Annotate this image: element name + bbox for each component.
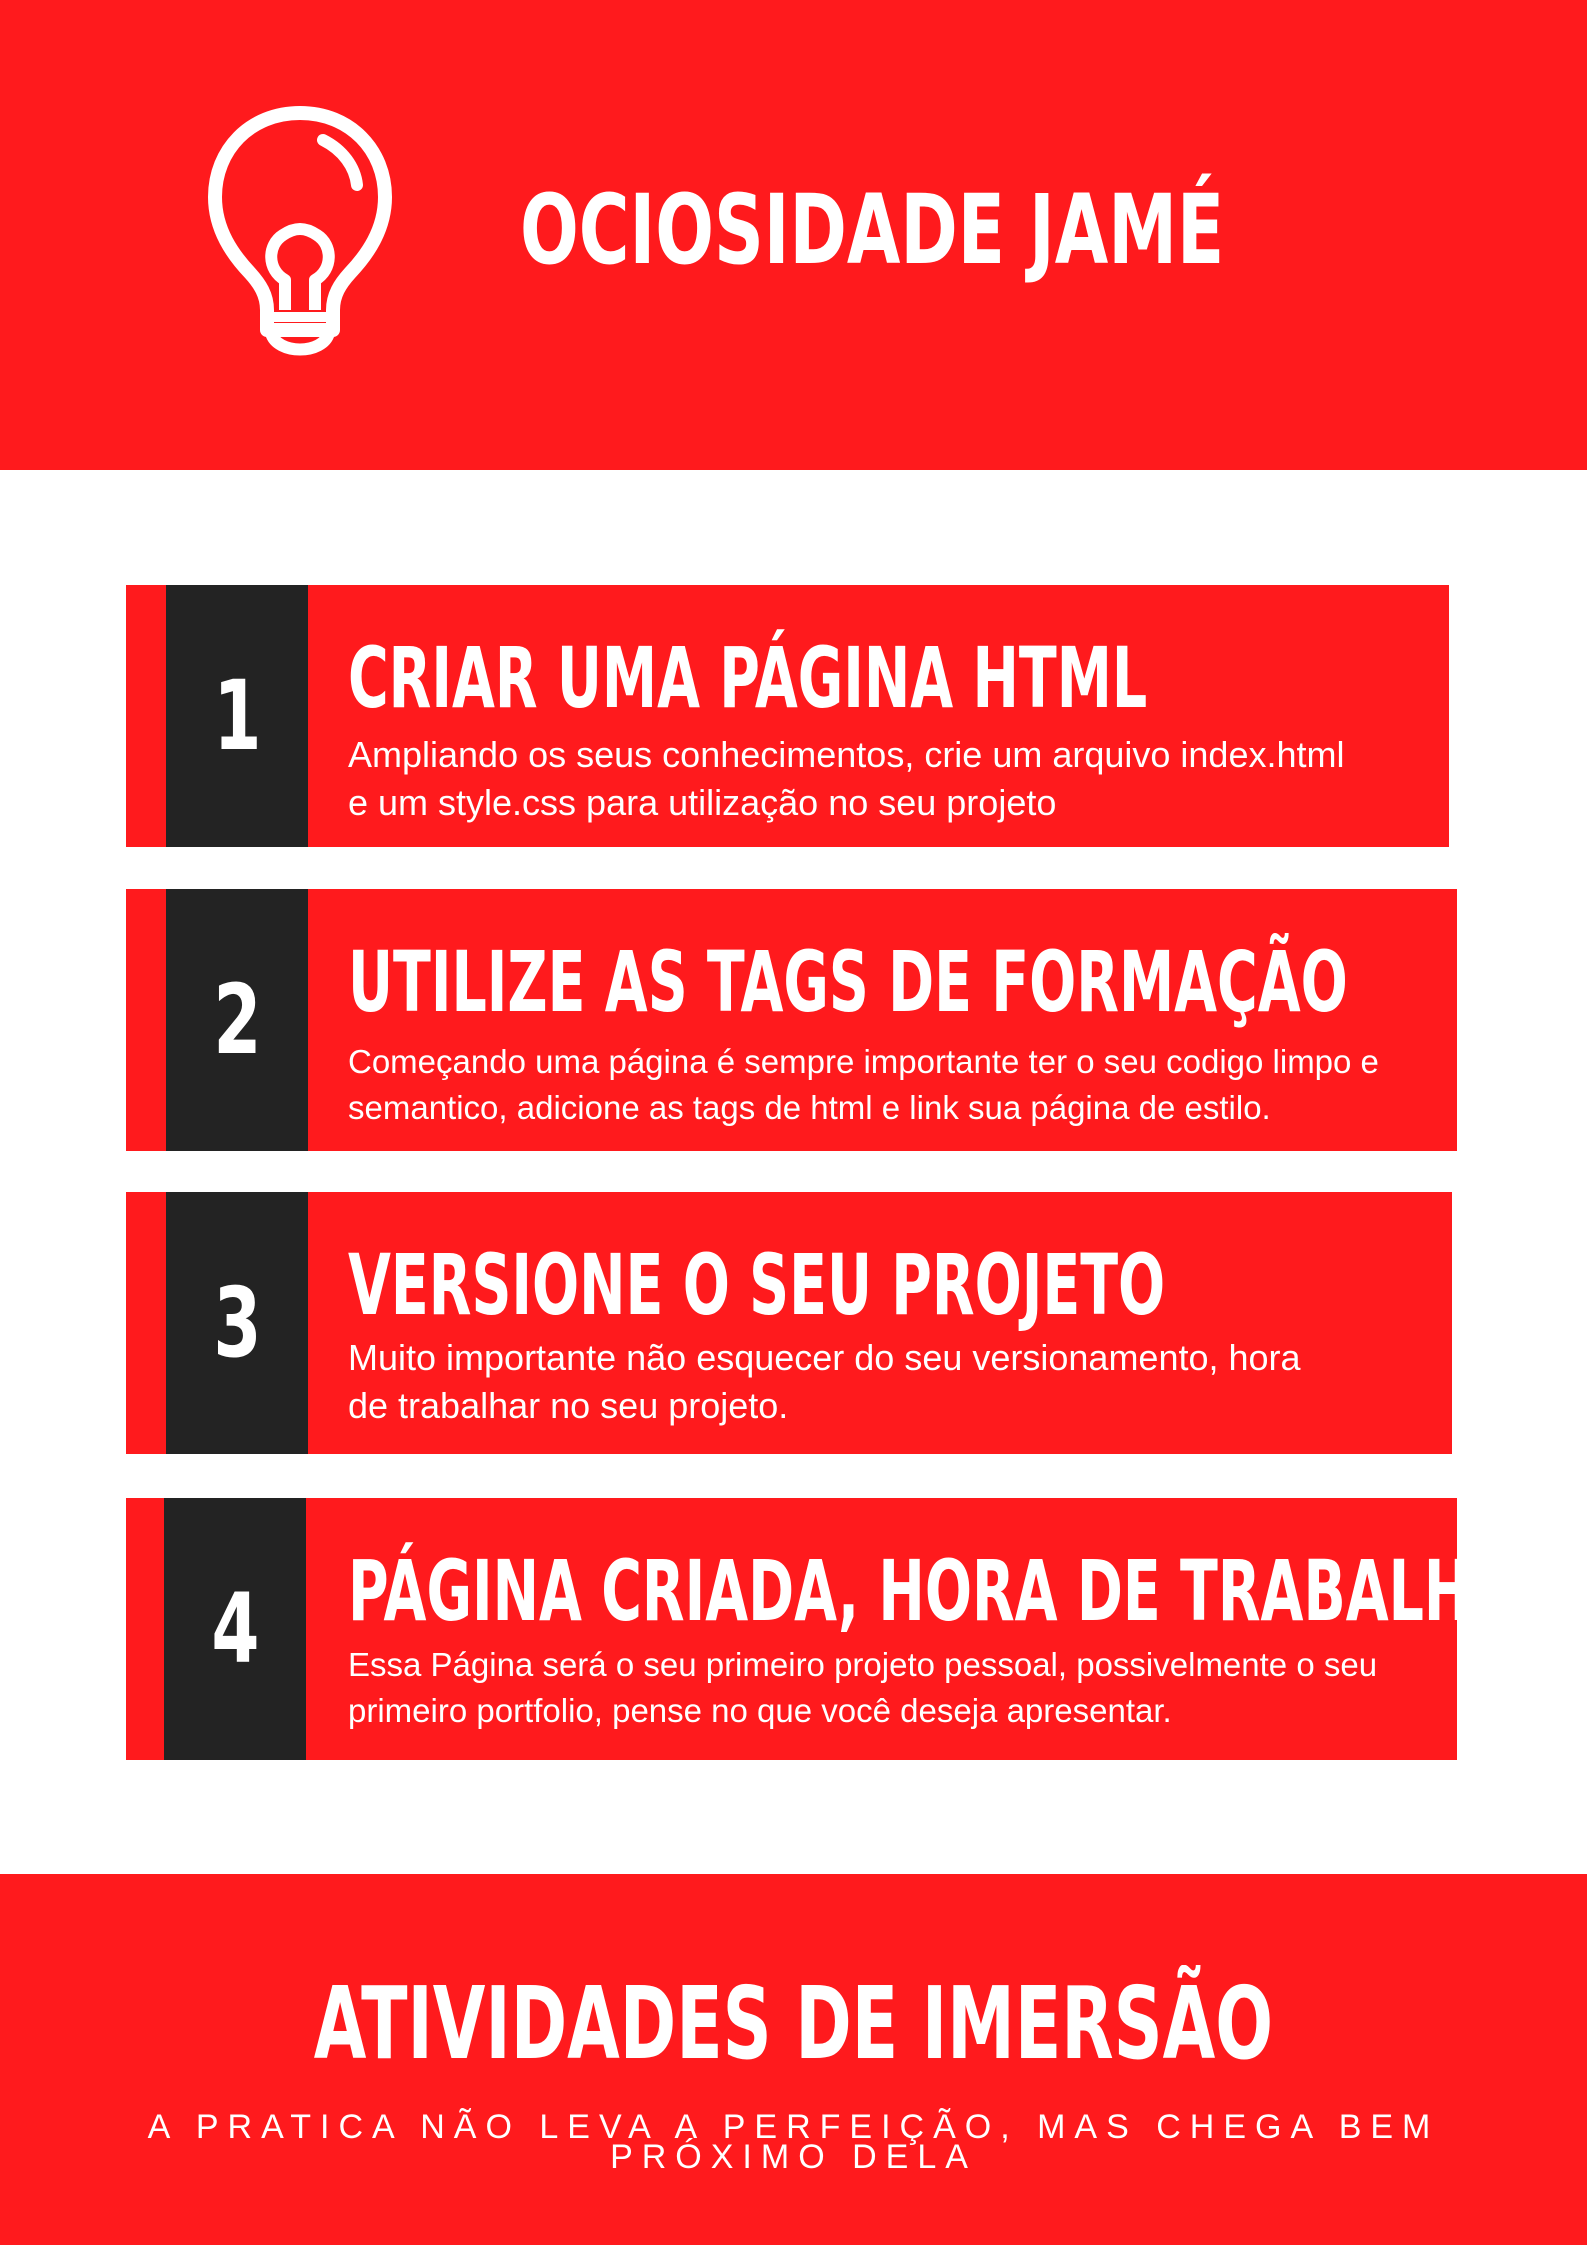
step-card-4: 4 PÁGINA CRIADA, HORA DE TRABALHAR Essa … bbox=[126, 1498, 1556, 1760]
step-description: Começando uma página é sempre importante… bbox=[348, 1043, 1379, 1126]
footer-title: ATIVIDADES DE IMERSÃO bbox=[313, 1965, 1274, 2082]
step-number: 2 bbox=[212, 964, 262, 1076]
step-title: VERSIONE O SEU PROJETO bbox=[348, 1236, 1166, 1334]
header-banner: OCIOSIDADE JAMÉ bbox=[0, 0, 1587, 470]
step-number-box: 3 bbox=[166, 1192, 308, 1454]
step-card-1: 1 CRIAR UMA PÁGINA HTML Ampliando os seu… bbox=[126, 585, 1449, 847]
step-card-3: 3 VERSIONE O SEU PROJETO Muito important… bbox=[126, 1192, 1452, 1454]
step-title: UTILIZE AS TAGS DE FORMAÇÃO bbox=[348, 933, 1348, 1031]
step-description: Muito importante não esquecer do seu ver… bbox=[348, 1337, 1301, 1426]
step-number-box: 4 bbox=[164, 1498, 306, 1760]
step-title: CRIAR UMA PÁGINA HTML bbox=[348, 629, 1148, 727]
footer-banner: ATIVIDADES DE IMERSÃO A PRATICA NÃO LEVA… bbox=[0, 1874, 1587, 2245]
footer-subtitle: A PRATICA NÃO LEVA A PERFEIÇÃO, MAS CHEG… bbox=[147, 2108, 1440, 2176]
step-description: Ampliando os seus conhecimentos, crie um… bbox=[348, 734, 1345, 823]
lightbulb-icon bbox=[208, 106, 392, 356]
page-title: OCIOSIDADE JAMÉ bbox=[520, 174, 1225, 286]
step-number: 3 bbox=[212, 1267, 262, 1379]
step-title: PÁGINA CRIADA, HORA DE TRABALHAR bbox=[348, 1542, 1556, 1640]
step-number: 1 bbox=[212, 660, 262, 772]
step-card-2: 2 UTILIZE AS TAGS DE FORMAÇÃO Começando … bbox=[126, 889, 1457, 1151]
step-number-box: 1 bbox=[166, 585, 308, 847]
step-description: Essa Página será o seu primeiro projeto … bbox=[348, 1646, 1378, 1729]
step-number: 4 bbox=[210, 1573, 260, 1685]
step-number-box: 2 bbox=[166, 889, 308, 1151]
